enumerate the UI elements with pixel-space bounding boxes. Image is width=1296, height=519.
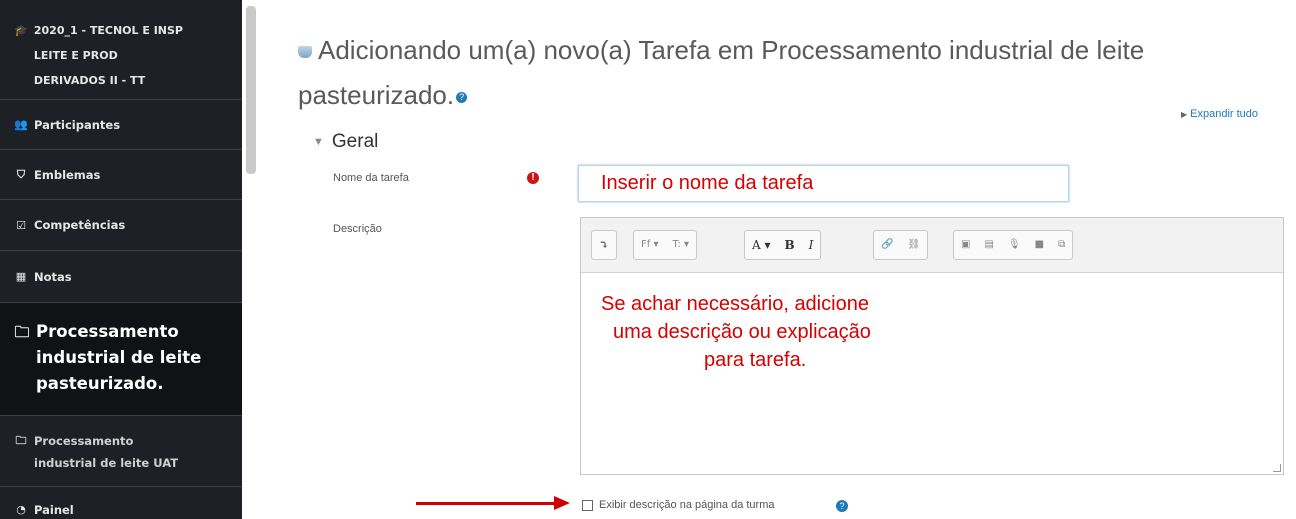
- sidebar-item-label: Emblemas: [34, 167, 101, 182]
- font-color-button[interactable]: A ▾: [745, 231, 778, 259]
- section-title: Geral: [331, 131, 379, 152]
- task-name-label: Nome da tarefa: [333, 172, 409, 184]
- description-line-3: para tarefa.: [704, 349, 807, 371]
- sidebar-item-course[interactable]: 🎓 2020_1 - TECNOL E INSP LEITE E PROD DE…: [0, 0, 242, 100]
- sidebar-item-notas[interactable]: ▦ Notas: [0, 251, 242, 303]
- sidebar-item-label: Painel: [34, 503, 74, 517]
- sidebar-item-pasteurizado[interactable]: 🗀 Processamento industrial de leite past…: [0, 303, 242, 416]
- toolbar-group-links: 🔗 ⛓: [873, 230, 929, 260]
- italic-button[interactable]: I: [802, 231, 821, 259]
- unlink-button[interactable]: ⛓: [900, 231, 927, 259]
- title-line-1: Adicionando um(a) novo(a) Tarefa em Proc…: [318, 35, 1145, 65]
- description-line-1: Se achar necessário, adicione: [601, 293, 869, 315]
- record-audio-button[interactable]: 🎙: [1001, 231, 1028, 259]
- dashboard-icon: ◔: [16, 503, 26, 516]
- assignment-icon: [298, 46, 312, 59]
- manage-files-button[interactable]: ⧉: [1051, 231, 1072, 259]
- expand-all-label: Expandir tudo: [1190, 108, 1259, 120]
- sidebar-item-label: Competências: [34, 218, 126, 232]
- sidebar-scrollbar[interactable]: [246, 6, 256, 174]
- sidebar-item-label: Participantes: [34, 117, 121, 132]
- section-geral[interactable]: ▼ Geral: [313, 131, 378, 153]
- uat-line-1: Processamento: [34, 434, 134, 448]
- users-icon: 👥: [14, 118, 28, 131]
- shield-icon: ⛉: [16, 167, 26, 181]
- sidebar-item-competencias[interactable]: ☑ Competências: [0, 200, 242, 251]
- show-description-label: Exibir descrição na página da turma: [599, 499, 775, 511]
- folder-icon: 🗀: [14, 323, 30, 341]
- sidebar-item-participantes[interactable]: 👥 Participantes: [0, 100, 242, 150]
- checklist-icon: ☑: [16, 218, 26, 232]
- sidebar-item-label: Notas: [34, 269, 72, 284]
- toolbar-group-style: Ff ▾ T: ▾: [633, 230, 698, 260]
- title-line-2: pasteurizado.: [298, 80, 455, 110]
- course-line-2: LEITE E PROD: [33, 49, 118, 62]
- course-line-1: 2020_1 - TECNOL E INSP: [33, 24, 183, 37]
- bold-button[interactable]: B: [778, 231, 802, 259]
- active-line-2: industrial de leite: [36, 348, 202, 367]
- active-line-3: pasteurizado.: [36, 374, 164, 393]
- image-button[interactable]: ▣: [954, 231, 977, 259]
- caret-right-icon: ▶: [1181, 110, 1188, 119]
- description-label: Descrição: [333, 223, 382, 235]
- annotation-arrow: [416, 502, 556, 505]
- graduation-cap-icon: 🎓: [14, 24, 28, 37]
- editor-toolbar: ⤵ Ff ▾ T: ▾ A ▾ B I 🔗 ⛓ ▣ ▤ 🎙 ■ ⧉: [581, 218, 1283, 273]
- description-editor[interactable]: ⤵ Ff ▾ T: ▾ A ▾ B I 🔗 ⛓ ▣ ▤ 🎙 ■ ⧉ Se ach…: [580, 217, 1284, 475]
- course-sidebar: 🎓 2020_1 - TECNOL E INSP LEITE E PROD DE…: [0, 0, 242, 519]
- expand-all-link[interactable]: ▶ Expandir tudo: [1181, 108, 1258, 120]
- folder-icon: 🗀: [15, 434, 27, 447]
- course-line-3: DERIVADOS II - TT: [33, 74, 146, 87]
- resize-handle[interactable]: [1273, 464, 1281, 472]
- description-line-2: uma descrição ou explicação: [613, 321, 871, 343]
- sidebar-item-painel[interactable]: ◔ Painel: [0, 487, 242, 519]
- collapse-toolbar-button[interactable]: ⤵: [592, 231, 616, 259]
- required-icon: !: [527, 172, 539, 184]
- media-button[interactable]: ▤: [977, 231, 1000, 259]
- show-description-checkbox[interactable]: [582, 500, 593, 511]
- toolbar-group-collapse: ⤵: [591, 230, 618, 260]
- help-icon[interactable]: ?: [456, 91, 468, 103]
- paragraph-button[interactable]: T: ▾: [665, 231, 696, 259]
- uat-line-2: industrial de leite UAT: [34, 456, 179, 470]
- annotation-arrow-head: [554, 496, 570, 510]
- sidebar-item-uat[interactable]: 🗀 Processamento industrial de leite UAT: [0, 416, 242, 487]
- sidebar-item-emblemas[interactable]: ⛉ Emblemas: [0, 150, 242, 200]
- page-title: Adicionando um(a) novo(a) Tarefa em Proc…: [298, 28, 1238, 118]
- task-name-input[interactable]: Inserir o nome da tarefa: [578, 165, 1069, 202]
- caret-down-icon: ▼: [313, 135, 324, 148]
- toolbar-group-media: ▣ ▤ 🎙 ■ ⧉: [953, 230, 1074, 260]
- record-video-button[interactable]: ■: [1028, 231, 1051, 259]
- font-button[interactable]: Ff ▾: [634, 231, 665, 259]
- active-line-1: Processamento: [36, 322, 179, 341]
- grid-icon: ▦: [15, 270, 27, 283]
- toolbar-group-format: A ▾ B I: [744, 230, 822, 260]
- link-button[interactable]: 🔗: [874, 231, 900, 259]
- help-icon[interactable]: ?: [836, 500, 848, 512]
- editor-content[interactable]: Se achar necessário, adicione uma descri…: [581, 290, 1283, 374]
